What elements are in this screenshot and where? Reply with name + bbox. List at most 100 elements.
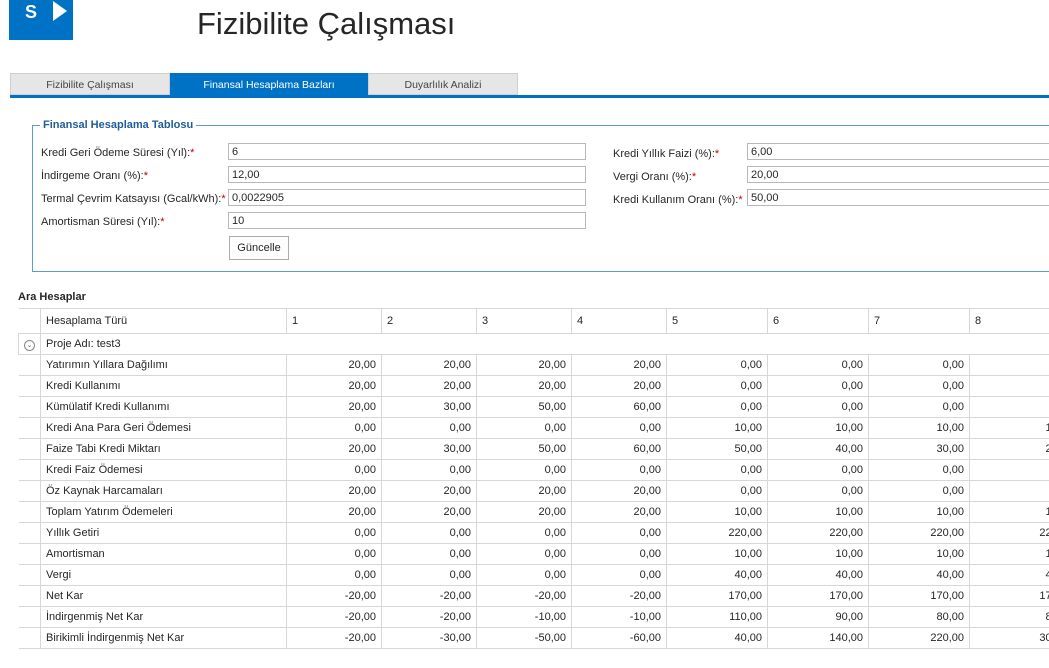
column-header[interactable]: 2 [381, 308, 477, 334]
column-header[interactable]: 3 [476, 308, 572, 334]
table-cell: 20,00 [476, 354, 572, 376]
table-cell: 0,00 [381, 564, 477, 586]
table-cell: 30,00 [381, 396, 477, 418]
row-label: Kredi Ana Para Geri Ödemesi [40, 417, 287, 439]
table-cell: 0,00 [286, 564, 382, 586]
table-cell: 0,00 [476, 564, 572, 586]
table-cell: 0,00 [381, 543, 477, 565]
column-header[interactable]: 5 [666, 308, 768, 334]
table-cell: 10,00 [767, 543, 869, 565]
row-spacer [18, 480, 41, 502]
row-label: Öz Kaynak Harcamaları [40, 480, 287, 502]
tab-fizibilite[interactable]: Fizibilite Çalışması [10, 73, 170, 95]
page-title: Fizibilite Çalışması [197, 6, 456, 41]
logo-letter: S [25, 2, 38, 22]
table-row: Kredi Ana Para Geri Ödemesi 0,00 0,00 0,00 0… [18, 417, 1049, 439]
table-cell: 0,00 [666, 396, 768, 418]
table-cell: 300,00 [969, 627, 1049, 649]
payback-period-label: Kredi Geri Ödeme Süresi (Yıl):* [41, 147, 195, 159]
loan-interest-input[interactable] [747, 143, 1049, 160]
table-cell: 30,00 [868, 438, 970, 460]
table-cell: -50,00 [476, 627, 572, 649]
table-cell: 0,00 [868, 459, 970, 481]
table-cell: 20,00 [381, 375, 477, 397]
table-cell: -30,00 [381, 627, 477, 649]
thermal-coefficient-input[interactable] [228, 189, 586, 206]
group-row[interactable]: ⌄ Proje Adı: test3 [18, 333, 1049, 355]
tab-finansal-hesaplama[interactable]: Finansal Hesaplama Bazları [170, 73, 368, 95]
depreciation-period-input[interactable] [228, 212, 586, 229]
table-row: Birikimli İndirgenmiş Net Kar -20,00 -30,0… [18, 627, 1049, 649]
table-row: Kredi Faiz Ödemesi 0,00 0,00 0,00 0,00 0,00 0,… [18, 459, 1049, 481]
table-cell: -20,00 [286, 627, 382, 649]
header-spacer [18, 308, 41, 334]
table-cell: 220,00 [767, 522, 869, 544]
row-spacer [18, 543, 41, 565]
tab-strip: Fizibilite Çalışması Finansal Hesaplama … [10, 73, 1049, 95]
table-cell: 10,00 [868, 543, 970, 565]
tab-duyarlilik[interactable]: Duyarlılık Analizi [368, 73, 518, 95]
table-cell: 0,00 [381, 417, 477, 439]
logo-arrow-icon [53, 1, 67, 21]
table-cell: 60,00 [571, 396, 667, 418]
table-cell: 20,00 [286, 375, 382, 397]
payback-period-input[interactable] [228, 143, 586, 160]
table-cell: 20,00 [476, 375, 572, 397]
sharepoint-logo[interactable]: S [9, 0, 73, 40]
row-label: Amortisman [40, 543, 287, 565]
group-toggle[interactable]: ⌄ [18, 333, 41, 355]
loan-usage-input[interactable] [747, 189, 1049, 206]
row-label: Kredi Kullanımı [40, 375, 287, 397]
table-row: Yıllık Getiri 0,00 0,00 0,00 0,00 220,00 220,0… [18, 522, 1049, 544]
table-cell: 20,00 [571, 480, 667, 502]
table-cell: 10,00 [666, 501, 768, 523]
table-cell: 220,00 [666, 522, 768, 544]
table-cell: 40,00 [767, 564, 869, 586]
column-header[interactable]: 7 [868, 308, 970, 334]
table-cell: 10,00 [767, 417, 869, 439]
table-cell: 0,00 [571, 564, 667, 586]
table-cell: 20,00 [571, 375, 667, 397]
table-cell: 20,00 [381, 501, 477, 523]
table-cell: 20,00 [571, 501, 667, 523]
row-label: Vergi [40, 564, 287, 586]
row-label: Faize Tabi Kredi Miktarı [40, 438, 287, 460]
collapse-icon[interactable]: ⌄ [24, 339, 35, 351]
row-spacer [18, 585, 41, 607]
column-header[interactable]: 8 [969, 308, 1049, 334]
table-cell: 20,00 [381, 480, 477, 502]
table-cell: 80,00 [969, 606, 1049, 628]
group-label: Proje Adı: test3 [40, 333, 1049, 355]
table-cell: 40,00 [666, 564, 768, 586]
table-cell: 0,00 [476, 417, 572, 439]
table-cell: 0,00 [666, 375, 768, 397]
tax-rate-label: Vergi Oranı (%):* [613, 171, 697, 183]
column-header[interactable]: 1 [286, 308, 382, 334]
table-cell: 0,00 [571, 417, 667, 439]
table-cell: 170,00 [767, 585, 869, 607]
table-cell: 30,00 [381, 438, 477, 460]
table-cell: 0,00 [381, 522, 477, 544]
table-cell: 0,00 [286, 459, 382, 481]
table-row: Net Kar -20,00 -20,00 -20,00 -20,00 170,00 170… [18, 585, 1049, 607]
table-cell: 40,00 [666, 627, 768, 649]
table-cell: 20,00 [286, 501, 382, 523]
row-spacer [18, 606, 41, 628]
discount-rate-label: İndirgeme Oranı (%):* [41, 170, 148, 182]
table-row: Öz Kaynak Harcamaları 20,00 20,00 20,00 20,0… [18, 480, 1049, 502]
thermal-coefficient-label: Termal Çevrim Katsayısı (Gcal/kWh):* [41, 193, 226, 205]
discount-rate-input[interactable] [228, 166, 586, 183]
tax-rate-input[interactable] [747, 166, 1049, 183]
column-header[interactable]: 4 [571, 308, 667, 334]
table-header-row: Hesaplama Türü 1 2 3 4 5 6 7 8 [18, 308, 1049, 334]
update-button[interactable]: Güncelle [229, 236, 289, 260]
table-cell: 10,00 [969, 417, 1049, 439]
row-label: Toplam Yatırım Ödemeleri [40, 501, 287, 523]
table-cell: 10,00 [868, 501, 970, 523]
table-cell: 0,00 [767, 375, 869, 397]
column-header[interactable]: 6 [767, 308, 869, 334]
table-cell: 170,00 [666, 585, 768, 607]
column-header[interactable]: Hesaplama Türü [40, 308, 287, 334]
table-row: Toplam Yatırım Ödemeleri 20,00 20,00 20,00 2… [18, 501, 1049, 523]
table-cell: 0,00 [476, 522, 572, 544]
